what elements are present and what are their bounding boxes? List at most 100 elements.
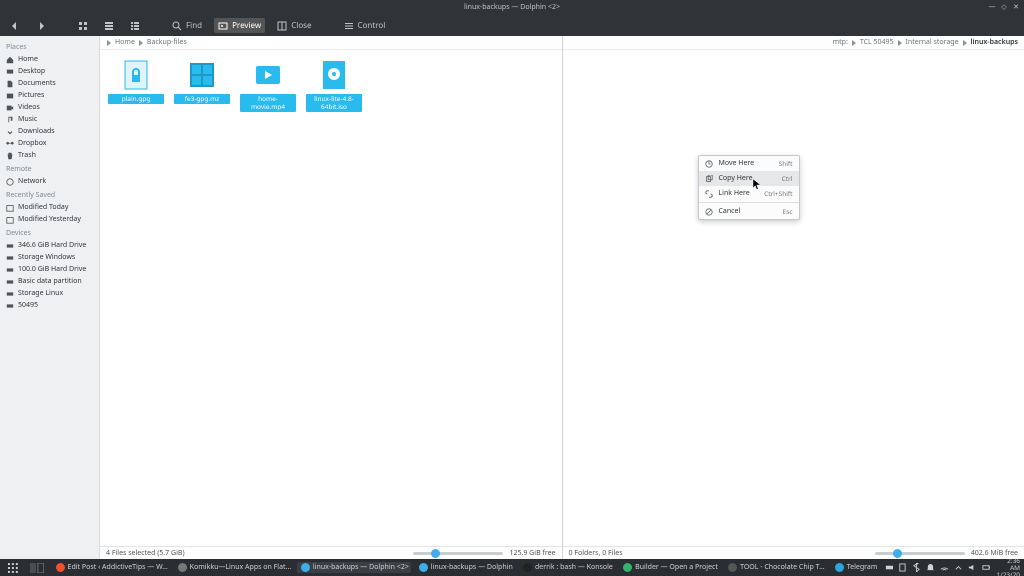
sidebar-item-device[interactable]: 100.0 GiB Hard Drive <box>0 264 99 276</box>
devices-heading: Devices <box>0 226 99 240</box>
menu-link-here[interactable]: Link Here Ctrl+Shift <box>699 186 799 201</box>
tray-notifications-icon[interactable] <box>926 563 935 572</box>
task-item[interactable]: derrik : bash — Konsole <box>519 562 615 573</box>
window-title: linux-backups — Dolphin <2> <box>464 3 560 12</box>
cancel-icon <box>705 208 713 216</box>
file-item[interactable]: plain.gpg <box>108 58 164 112</box>
sidebar-item-device[interactable]: Storage Windows <box>0 252 99 264</box>
file-item[interactable]: fe3-gpg.mz <box>174 58 230 112</box>
tray-bluetooth-icon[interactable] <box>912 563 921 572</box>
copy-icon <box>705 175 713 183</box>
tray-volume-icon[interactable] <box>968 563 977 572</box>
lock-file-icon <box>119 58 153 92</box>
forward-button[interactable] <box>32 19 50 33</box>
task-item[interactable]: Builder — Open a Project <box>619 562 720 573</box>
crumb-current[interactable]: linux-backups <box>971 38 1018 47</box>
video-file-icon <box>251 58 285 92</box>
file-item[interactable]: linux-lite-4.8-64bit.iso <box>306 58 362 112</box>
sidebar-item-music[interactable]: Music <box>0 114 99 126</box>
sidebar-item-pictures[interactable]: Pictures <box>0 90 99 102</box>
sidebar-item-documents[interactable]: Documents <box>0 78 99 90</box>
system-tray: 2:36 AM 1/23/20 <box>885 557 1020 576</box>
breadcrumb[interactable]: Home Backup-files <box>100 36 562 50</box>
window-controls: — ◇ ✕ <box>988 0 1020 15</box>
tray-battery-icon[interactable] <box>982 563 991 572</box>
tray-network-icon[interactable] <box>940 563 949 572</box>
file-area[interactable]: plain.gpg fe3-gpg.mz home-movie.mp4 linu… <box>100 50 562 546</box>
split-close-button[interactable]: Close <box>273 18 315 33</box>
control-button[interactable]: Control <box>340 18 390 33</box>
left-pane: Home Backup-files plain.gpg fe3-gpg.mz <box>100 36 562 559</box>
menu-move-here[interactable]: Move Here Shift <box>699 156 799 171</box>
toolbar: Find Preview Close Control <box>0 15 1024 36</box>
crumb-home[interactable]: Home <box>115 38 135 47</box>
drop-context-menu: Move Here Shift Copy Here Ctrl Link Here… <box>698 155 800 220</box>
maximize-icon[interactable]: ◇ <box>1000 4 1008 12</box>
menu-copy-here[interactable]: Copy Here Ctrl <box>699 171 799 186</box>
sidebar-item-device[interactable]: 346.6 GiB Hard Drive <box>0 240 99 252</box>
sidebar-item-trash[interactable]: Trash <box>0 150 99 162</box>
status-bar: 0 Folders, 0 Files 402.6 MiB free <box>563 546 1024 559</box>
sidebar-item-device[interactable]: 50495 <box>0 300 99 312</box>
tray-clipboard-icon[interactable] <box>898 563 907 572</box>
titlebar: linux-backups — Dolphin <2> — ◇ ✕ <box>0 0 1024 15</box>
iso-file-icon <box>317 58 351 92</box>
status-bar: 4 Files selected (5.7 GiB) 125.9 GiB fre… <box>100 546 562 559</box>
file-label: plain.gpg <box>108 94 164 104</box>
taskbar: Edit Post ‹ AddictiveTips — W… Komikku—L… <box>0 559 1024 576</box>
task-item[interactable]: Edit Post ‹ AddictiveTips — W… <box>52 562 170 573</box>
cursor-icon <box>753 179 762 191</box>
task-item[interactable]: linux-backups — Dolphin <box>415 562 515 573</box>
sidebar-item-today[interactable]: Modified Today <box>0 202 99 214</box>
crumb[interactable]: Internal storage <box>906 38 959 47</box>
crumb-current[interactable]: Backup-files <box>147 38 187 47</box>
crumb[interactable]: TCL 50495 <box>860 38 894 47</box>
sidebar-item-yesterday[interactable]: Modified Yesterday <box>0 214 99 226</box>
remote-heading: Remote <box>0 162 99 176</box>
pager[interactable] <box>26 562 48 574</box>
file-item[interactable]: home-movie.mp4 <box>240 58 296 112</box>
sidebar-item-dropbox[interactable]: Dropbox <box>0 138 99 150</box>
preview-button[interactable]: Preview <box>214 18 265 33</box>
task-item[interactable]: linux-backups — Dolphin <2> <box>297 562 411 573</box>
zoom-slider[interactable] <box>413 552 503 555</box>
sidebar-item-downloads[interactable]: Downloads <box>0 126 99 138</box>
link-icon <box>705 190 713 198</box>
close-icon[interactable]: ✕ <box>1012 4 1020 12</box>
status-freespace: 402.6 MiB free <box>971 549 1018 558</box>
sidebar-item-device[interactable]: Basic data partition <box>0 276 99 288</box>
menu-cancel[interactable]: Cancel Esc <box>699 204 799 219</box>
back-button[interactable] <box>6 19 24 33</box>
details-view-button[interactable] <box>126 19 144 33</box>
compact-view-button[interactable] <box>100 19 118 33</box>
sidebar-item-device[interactable]: Storage Linux <box>0 288 99 300</box>
sidebar-item-videos[interactable]: Videos <box>0 102 99 114</box>
clock[interactable]: 2:36 AM 1/23/20 <box>996 557 1020 576</box>
sidebar-item-desktop[interactable]: Desktop <box>0 66 99 78</box>
sidebar-item-home[interactable]: Home <box>0 54 99 66</box>
status-selection: 4 Files selected (5.7 GiB) <box>106 549 185 558</box>
task-item[interactable]: Telegram <box>831 562 881 573</box>
file-area[interactable]: Move Here Shift Copy Here Ctrl Link Here… <box>563 50 1024 546</box>
grid-file-icon <box>185 58 219 92</box>
split-panes: Home Backup-files plain.gpg fe3-gpg.mz <box>100 36 1024 559</box>
app-launcher[interactable] <box>4 562 22 574</box>
places-heading: Places <box>0 40 99 54</box>
file-label: home-movie.mp4 <box>240 94 296 112</box>
right-pane: mtp: TCL 50495 Internal storage linux-ba… <box>562 36 1024 559</box>
tray-chevron-up-icon[interactable] <box>954 563 963 572</box>
sidebar-item-network[interactable]: Network <box>0 176 99 188</box>
status-count: 0 Folders, 0 Files <box>569 549 623 558</box>
file-label: linux-lite-4.8-64bit.iso <box>306 94 362 112</box>
recent-heading: Recently Saved <box>0 188 99 202</box>
task-item[interactable]: Komikku—Linux Apps on Flat… <box>174 562 293 573</box>
tray-printer-icon[interactable] <box>885 563 894 572</box>
breadcrumb[interactable]: mtp: TCL 50495 Internal storage linux-ba… <box>563 36 1024 50</box>
crumb-prefix: mtp: <box>833 38 848 47</box>
find-button[interactable]: Find <box>168 18 206 33</box>
status-freespace: 125.9 GiB free <box>509 549 555 558</box>
icons-view-button[interactable] <box>74 19 92 33</box>
zoom-slider[interactable] <box>875 552 965 555</box>
minimize-icon[interactable]: — <box>988 4 996 12</box>
task-item[interactable]: TOOL - Chocolate Chip T… <box>724 562 827 573</box>
